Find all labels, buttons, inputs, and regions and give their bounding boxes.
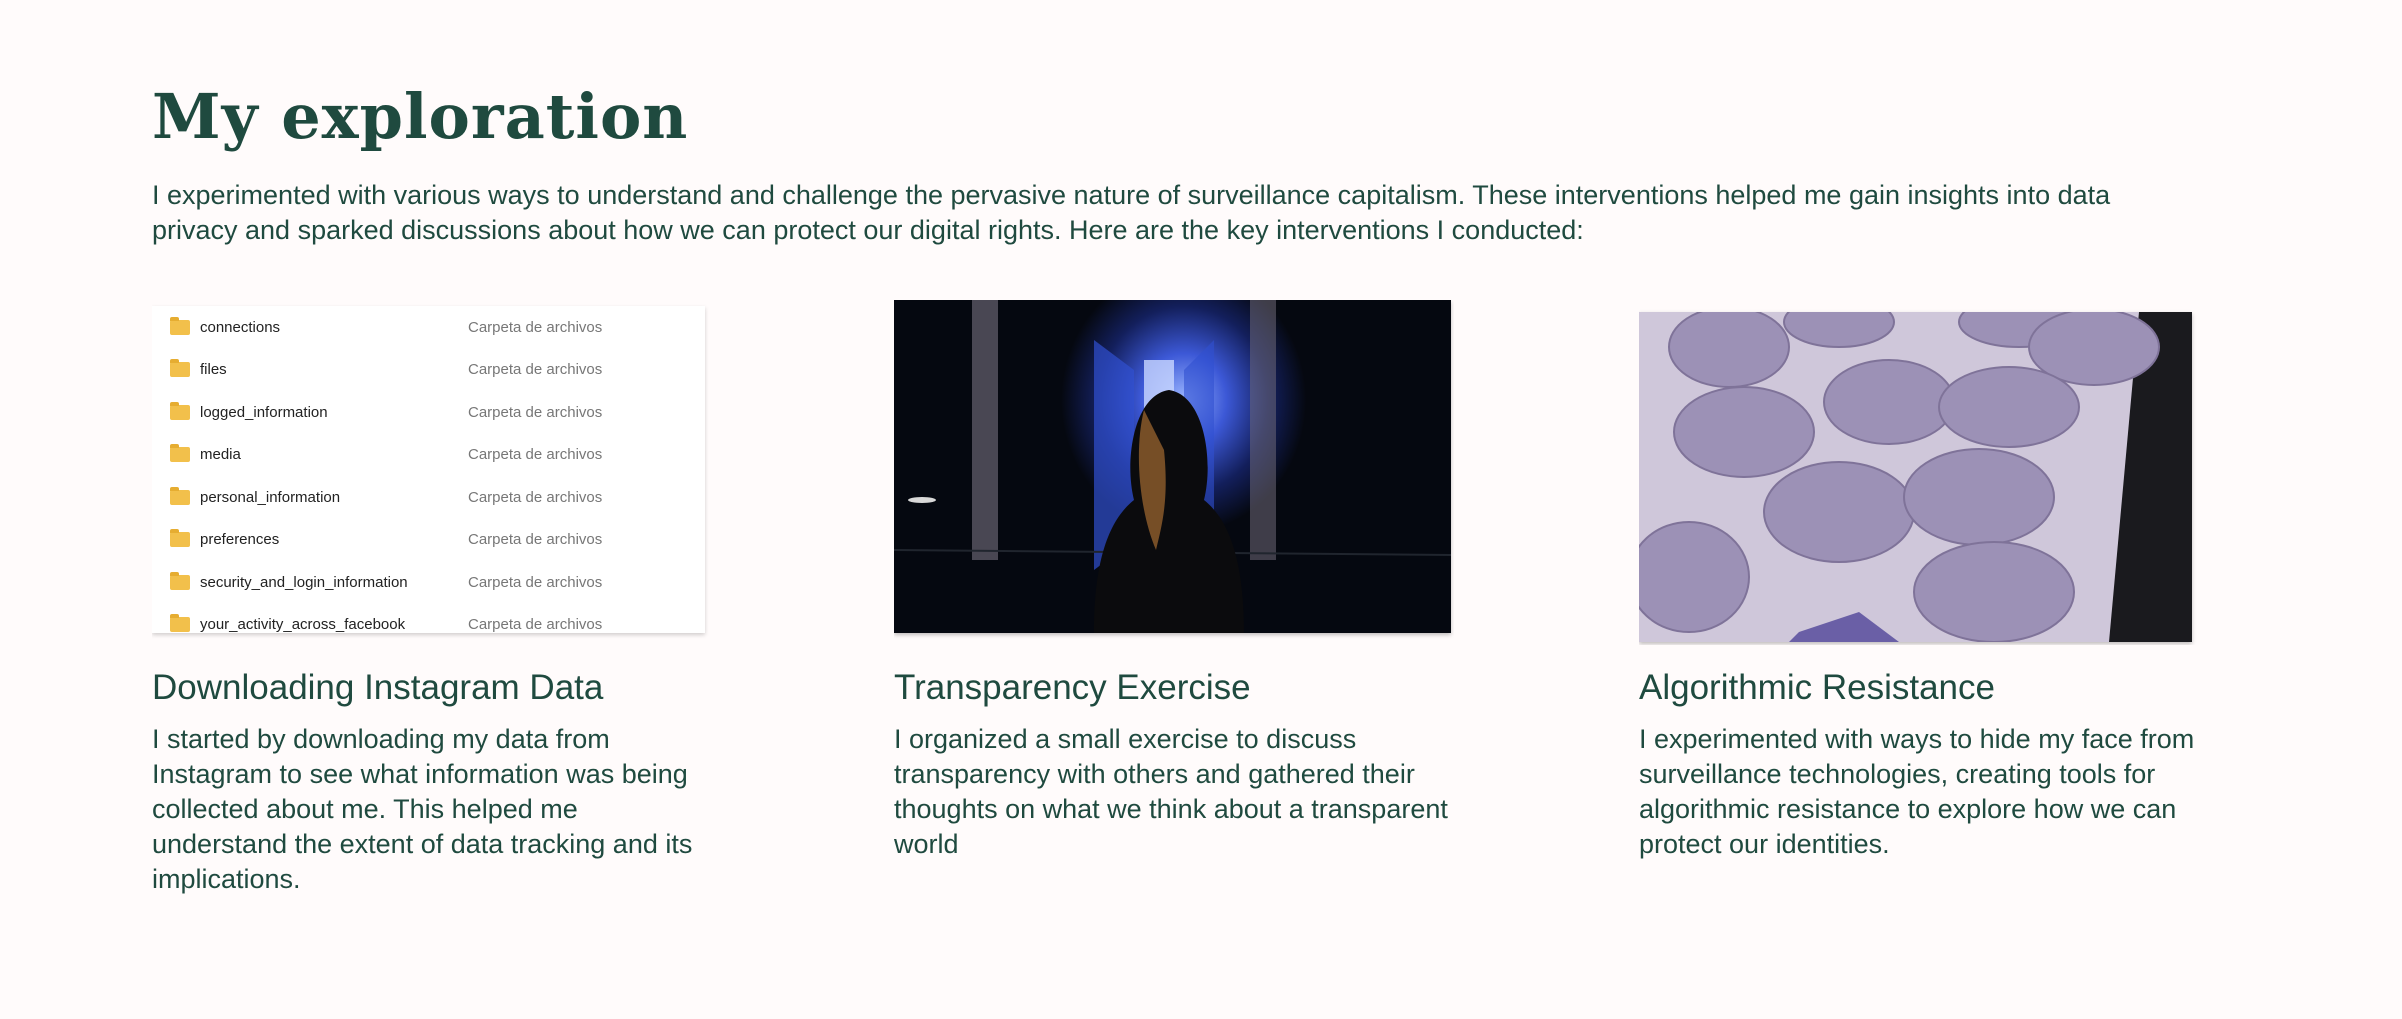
folder-icon [170,401,190,420]
card-description: I experimented with ways to hide my face… [1639,724,2195,859]
file-list: connections Carpeta de archivos files Ca… [152,306,705,633]
card-title: Algorithmic Resistance [1639,668,1995,707]
folder-icon [170,443,190,462]
file-type: Carpeta de archivos [468,403,603,421]
file-row: media Carpeta de archivos [152,433,705,475]
file-row: logged_information Carpeta de archivos [152,391,705,433]
intro-text: I experimented with various ways to unde… [152,180,2111,245]
file-list-screenshot: connections Carpeta de archivos files Ca… [152,300,712,645]
file-name: connections [200,318,281,336]
file-name: your_activity_across_facebook [200,615,406,633]
file-name: personal_information [200,488,341,506]
card-algorithmic-resistance: Algorithmic Resistance I experimented wi… [1639,300,2199,859]
file-type: Carpeta de archivos [468,530,603,548]
file-type: Carpeta de archivos [468,573,603,591]
file-row: connections Carpeta de archivos [152,306,705,348]
file-name: security_and_login_information [200,573,408,591]
file-type: Carpeta de archivos [468,445,603,463]
file-name: media [200,445,241,463]
file-row: files Carpeta de archivos [152,348,705,390]
file-row: personal_information Carpeta de archivos [152,476,705,518]
card-description: I organized a small exercise to discuss … [894,724,1448,859]
card-instagram-data: connections Carpeta de archivos files Ca… [152,300,712,894]
file-row: preferences Carpeta de archivos [152,518,705,560]
page-title: My exploration [152,80,689,153]
file-type: Carpeta de archivos [468,360,603,378]
file-name: logged_information [200,403,328,421]
corridor-photo [894,300,1452,633]
photo-container [894,300,1454,645]
face-masks-illustration [1639,300,2192,643]
card-title: Downloading Instagram Data [152,668,604,707]
file-name: preferences [200,530,280,548]
corridor-illustration [894,300,1452,633]
folder-icon [170,528,190,547]
file-row: your_activity_across_facebook Carpeta de… [152,603,705,645]
file-type: Carpeta de archivos [468,488,603,506]
file-type: Carpeta de archivos [468,318,603,336]
file-row: security_and_login_information Carpeta d… [152,561,705,603]
folder-icon [170,571,190,590]
face-masks-photo [1639,300,2192,643]
file-name: files [200,360,227,378]
folder-icon [170,613,190,632]
page: My exploration I experimented with vario… [0,0,2402,1019]
folder-icon [170,316,190,335]
card-transparency-exercise: Transparency Exercise I organized a smal… [894,300,1454,859]
folder-icon [170,358,190,377]
folder-icon [170,486,190,505]
card-title: Transparency Exercise [894,668,1251,707]
card-description: I started by downloading my data from In… [152,724,693,894]
photo-container [1639,300,2199,645]
file-type: Carpeta de archivos [468,615,603,633]
